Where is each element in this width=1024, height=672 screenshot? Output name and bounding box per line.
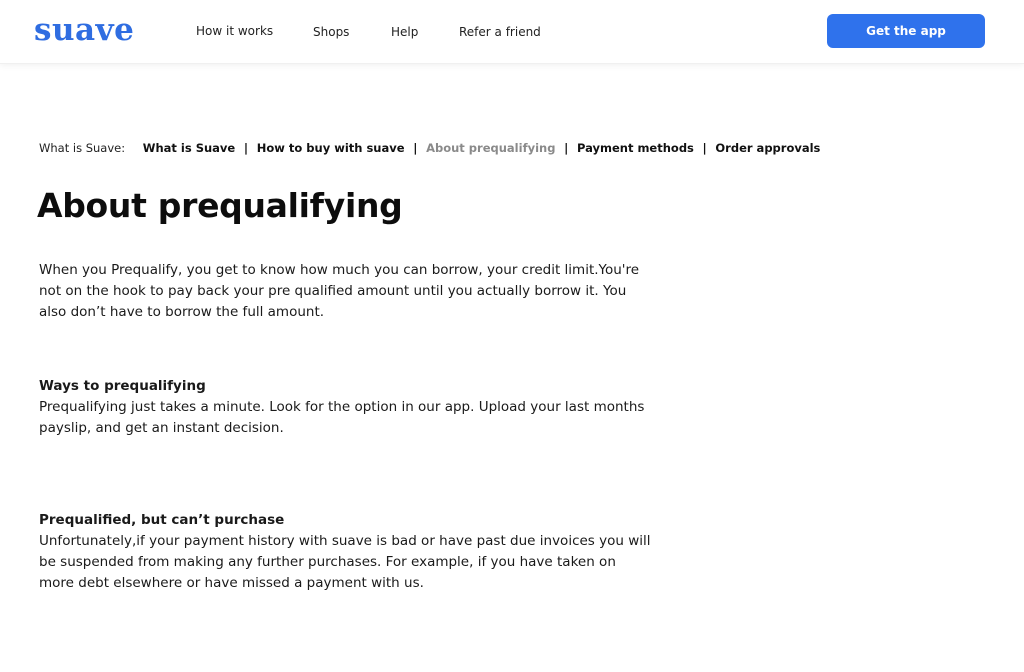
- section-body: Unfortunately,if your payment history wi…: [39, 533, 651, 591]
- crumb-about-prequalifying[interactable]: About prequalifying: [426, 141, 555, 155]
- crumb-payment-methods[interactable]: Payment methods: [577, 141, 694, 155]
- breadcrumb: What is Suave: What is Suave | How to bu…: [39, 140, 820, 156]
- section-heading: Ways to prequalifying: [39, 378, 206, 394]
- nav-shops[interactable]: Shops: [313, 24, 349, 40]
- crumb-separator: |: [413, 141, 418, 155]
- section-body: Prequalifying just takes a minute. Look …: [39, 399, 645, 436]
- nav-refer-a-friend[interactable]: Refer a friend: [459, 24, 541, 40]
- crumb-separator: |: [702, 141, 707, 155]
- nav-how-it-works[interactable]: How it works: [196, 23, 273, 39]
- section-prequalified-cant-purchase: Prequalified, but can’t purchase Unfortu…: [39, 510, 651, 594]
- page-title: About prequalifying: [37, 186, 403, 225]
- intro-paragraph: When you Prequalify, you get to know how…: [39, 262, 640, 320]
- nav-help[interactable]: Help: [391, 24, 418, 40]
- suave-logo[interactable]: suave: [34, 12, 134, 48]
- crumb-how-to-buy[interactable]: How to buy with suave: [257, 141, 405, 155]
- breadcrumb-prefix: What is Suave:: [39, 141, 126, 155]
- section-ways-to-prequalify: Ways to prequalifying Prequalifying just…: [39, 376, 651, 439]
- section-heading: Prequalified, but can’t purchase: [39, 512, 285, 528]
- crumb-order-approvals[interactable]: Order approvals: [715, 141, 820, 155]
- site-header: suave How it works Shops Help Refer a fr…: [0, 0, 1024, 64]
- crumb-separator: |: [243, 141, 249, 155]
- crumb-what-is-suave[interactable]: What is Suave: [143, 141, 235, 155]
- get-the-app-button[interactable]: Get the app: [827, 14, 985, 48]
- crumb-separator: |: [564, 141, 569, 155]
